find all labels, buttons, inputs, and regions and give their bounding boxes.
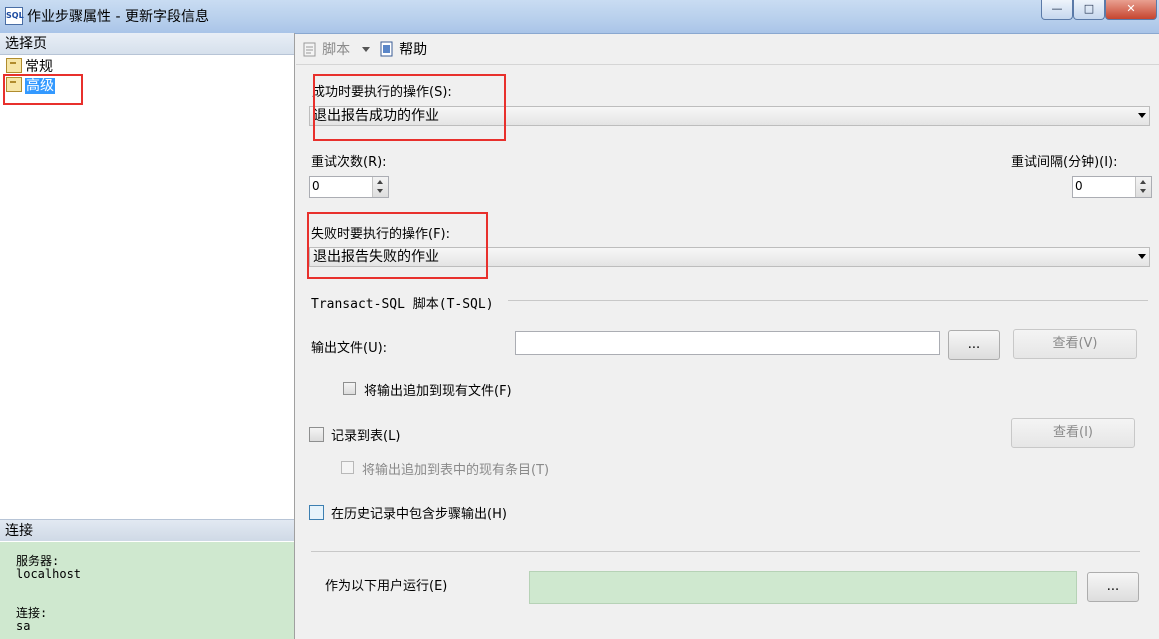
log-to-table-label: 记录到表(L) xyxy=(331,429,401,444)
spin-down-icon xyxy=(1140,189,1146,193)
output-file-browse-button[interactable]: ... xyxy=(948,330,1000,360)
run-as-label: 作为以下用户运行(E) xyxy=(325,579,448,594)
spin-up-icon xyxy=(1140,180,1146,184)
left-pane: 选择页 常规 高级 连接 服务器: localhost 连接: sa xyxy=(0,33,295,639)
retry-attempts-value: 0 xyxy=(312,179,320,193)
connection-header: 连接 xyxy=(0,519,294,541)
script-icon xyxy=(303,42,316,57)
minimize-button[interactable]: — xyxy=(1041,0,1073,20)
spin-up-icon xyxy=(377,180,383,184)
append-table-checkbox[interactable] xyxy=(341,461,354,474)
title-bar: SQL 作业步骤属性 - 更新字段信息 — □ ✕ xyxy=(0,0,1159,34)
annotation-box-failure xyxy=(307,212,488,279)
window-title: 作业步骤属性 - 更新字段信息 xyxy=(27,9,209,25)
divider xyxy=(311,551,1140,552)
chevron-down-icon xyxy=(1138,113,1146,118)
spin-buttons[interactable] xyxy=(1135,177,1151,197)
spin-down-icon xyxy=(377,189,383,193)
page-item-general-label: 常规 xyxy=(25,59,53,75)
retry-attempts-label: 重试次数(R): xyxy=(311,155,387,170)
output-file-label: 输出文件(U): xyxy=(311,341,388,356)
retry-interval-label: 重试间隔(分钟)(I): xyxy=(1011,155,1118,170)
run-as-input[interactable] xyxy=(529,571,1077,604)
log-to-table-checkbox[interactable] xyxy=(309,427,324,442)
include-history-label: 在历史记录中包含步骤输出(H) xyxy=(331,507,507,522)
view-table-button[interactable]: 查看(I) xyxy=(1011,418,1135,448)
help-icon xyxy=(380,41,393,57)
annotation-box-success xyxy=(313,74,506,141)
retry-attempts-stepper[interactable]: 0 xyxy=(309,176,389,198)
script-button[interactable]: 脚本 xyxy=(302,39,350,59)
include-history-checkbox[interactable] xyxy=(309,505,324,520)
append-output-checkbox[interactable] xyxy=(343,382,356,395)
connection-panel: 服务器: localhost 连接: sa xyxy=(0,542,294,639)
append-output-label: 将输出追加到现有文件(F) xyxy=(364,384,512,399)
view-output-button[interactable]: 查看(V) xyxy=(1013,329,1137,359)
select-page-header: 选择页 xyxy=(0,33,294,55)
server-value: localhost xyxy=(16,567,82,581)
close-button[interactable]: ✕ xyxy=(1105,0,1157,20)
spin-buttons[interactable] xyxy=(372,177,388,197)
toolbar: 脚本 帮助 xyxy=(296,34,1159,65)
app-icon: SQL xyxy=(5,7,24,25)
help-button[interactable]: 帮助 xyxy=(379,39,427,59)
append-table-label: 将输出追加到表中的现有条目(T) xyxy=(362,463,550,478)
retry-interval-stepper[interactable]: 0 xyxy=(1072,176,1152,198)
chevron-down-icon xyxy=(1138,254,1146,259)
output-file-input[interactable] xyxy=(515,331,940,355)
retry-interval-value: 0 xyxy=(1075,179,1083,193)
maximize-button[interactable]: □ xyxy=(1073,0,1105,20)
section-divider xyxy=(508,300,1148,301)
annotation-box-advanced xyxy=(3,74,83,105)
script-label: 脚本 xyxy=(322,42,351,58)
page-icon xyxy=(6,58,22,73)
tsql-section-label: Transact-SQL 脚本(T-SQL) xyxy=(311,297,494,312)
connection-value: sa xyxy=(16,619,31,633)
run-as-browse-button[interactable]: ... xyxy=(1087,572,1139,602)
help-label: 帮助 xyxy=(399,42,428,58)
dropdown-arrow-icon[interactable] xyxy=(362,47,370,52)
